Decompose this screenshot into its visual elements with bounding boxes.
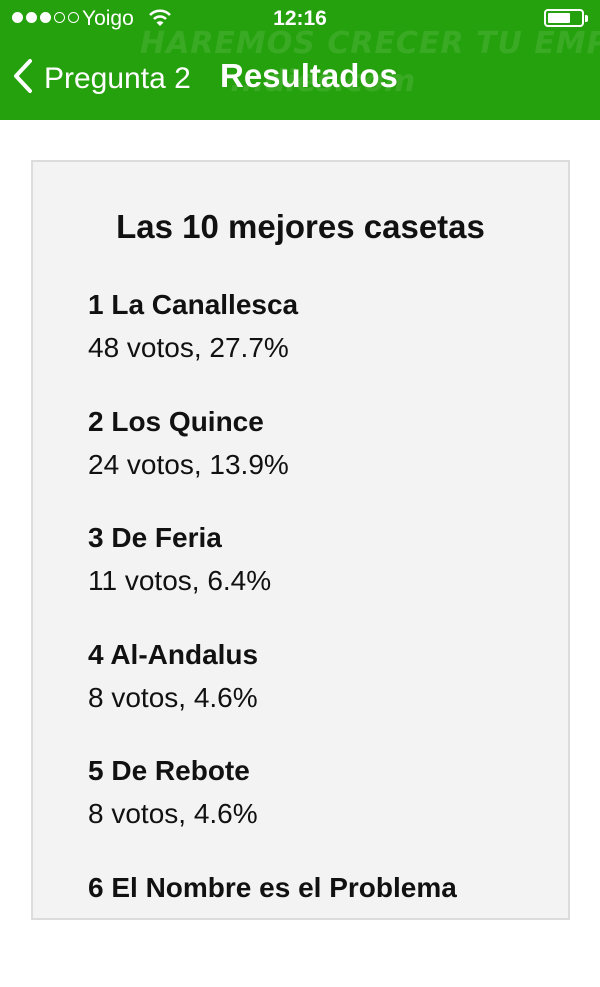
result-votes: 48 votos, 27.7% xyxy=(88,331,457,365)
result-item: 6 El Nombre es el Problema xyxy=(88,871,457,987)
result-name: 1 La Canallesca xyxy=(88,288,457,322)
navigation-bar: Pregunta 2 Resultados xyxy=(0,40,600,120)
result-name: 5 De Rebote xyxy=(88,754,457,788)
top-bar: HAREMOS CRECER TU EMPRESA ...dies.com Yo… xyxy=(0,0,600,120)
result-votes: 8 votos, 4.6% xyxy=(88,797,457,831)
result-name: 4 Al-Andalus xyxy=(88,638,457,672)
battery-icon xyxy=(544,9,584,27)
page-title: Resultados xyxy=(220,57,398,95)
result-item: 1 La Canallesca 48 votos, 27.7% xyxy=(88,288,457,405)
back-button-label: Pregunta 2 xyxy=(44,62,191,96)
chevron-left-icon xyxy=(12,58,34,99)
result-item: 3 De Feria 11 votos, 6.4% xyxy=(88,521,457,638)
result-name: 6 El Nombre es el Problema xyxy=(88,871,457,905)
result-votes: 8 votos, 4.6% xyxy=(88,681,457,715)
result-votes: 11 votos, 6.4% xyxy=(88,564,457,598)
status-time: 12:16 xyxy=(0,7,600,31)
results-card: Las 10 mejores casetas 1 La Canallesca 4… xyxy=(31,160,570,920)
result-name: 2 Los Quince xyxy=(88,405,457,439)
back-button[interactable]: Pregunta 2 xyxy=(12,58,191,99)
result-votes: 24 votos, 13.9% xyxy=(88,448,457,482)
result-item: 4 Al-Andalus 8 votos, 4.6% xyxy=(88,638,457,755)
results-title: Las 10 mejores casetas xyxy=(33,208,568,246)
result-name: 3 De Feria xyxy=(88,521,457,555)
result-item: 5 De Rebote 8 votos, 4.6% xyxy=(88,754,457,871)
result-item: 2 Los Quince 24 votos, 13.9% xyxy=(88,405,457,522)
results-list: 1 La Canallesca 48 votos, 27.7% 2 Los Qu… xyxy=(88,288,457,987)
status-bar: Yoigo 12:16 xyxy=(0,0,600,40)
